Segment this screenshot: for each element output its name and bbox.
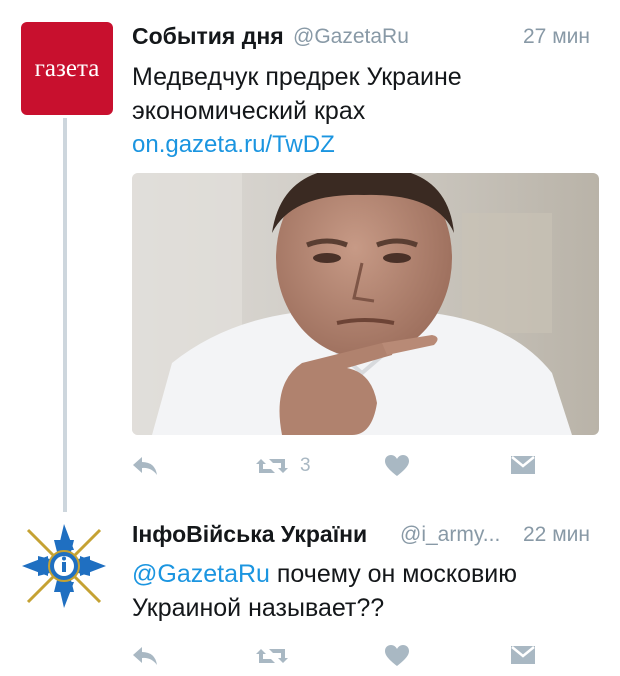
- tweet-text-line-2: экономический крах: [132, 97, 366, 125]
- direct-message-button[interactable]: [510, 644, 536, 671]
- avatar-army[interactable]: [18, 520, 110, 612]
- author-handle[interactable]: @GazetaRu: [293, 25, 409, 49]
- reply-button[interactable]: [131, 455, 159, 482]
- tweet-text-rest: почему он московию: [269, 560, 517, 588]
- like-icon: [385, 645, 409, 666]
- army-emblem-icon: [18, 520, 110, 612]
- avatar-gazeta[interactable]: газета: [21, 22, 113, 115]
- author-name[interactable]: ІнфоВійська України: [132, 521, 367, 548]
- avatar-logo-text: газета: [34, 54, 100, 82]
- like-button[interactable]: [384, 454, 410, 483]
- tweet-text-line-1: @GazetaRu почему он московию: [132, 557, 517, 591]
- tweet-text-line-1: Медведчук предрек Украине: [132, 63, 462, 91]
- retweet-icon: [256, 459, 288, 473]
- direct-message-icon: [511, 646, 535, 664]
- author-name[interactable]: События дня: [132, 23, 284, 50]
- tweet-text-line-2: Украиной называет??: [132, 594, 385, 622]
- reply-icon: [133, 457, 157, 475]
- like-icon: [385, 455, 409, 476]
- retweet-button[interactable]: [255, 455, 289, 482]
- direct-message-icon: [511, 456, 535, 474]
- retweet-icon: [256, 649, 288, 663]
- thread-line: [63, 118, 67, 512]
- reply-icon: [133, 647, 157, 665]
- retweet-count: 3: [300, 455, 311, 476]
- like-button[interactable]: [384, 644, 410, 673]
- retweet-button[interactable]: [255, 645, 289, 672]
- tweet-time[interactable]: 27 мин: [523, 25, 590, 49]
- mention-link[interactable]: @GazetaRu: [132, 560, 270, 588]
- reply-button[interactable]: [131, 645, 159, 672]
- photo-illustration: [132, 173, 599, 435]
- tweet-photo[interactable]: [132, 173, 599, 435]
- tweet-link[interactable]: on.gazeta.ru/TwDZ: [132, 128, 335, 162]
- direct-message-button[interactable]: [510, 454, 536, 481]
- author-handle[interactable]: @i_army...: [400, 523, 500, 547]
- tweet-time[interactable]: 22 мин: [523, 523, 590, 547]
